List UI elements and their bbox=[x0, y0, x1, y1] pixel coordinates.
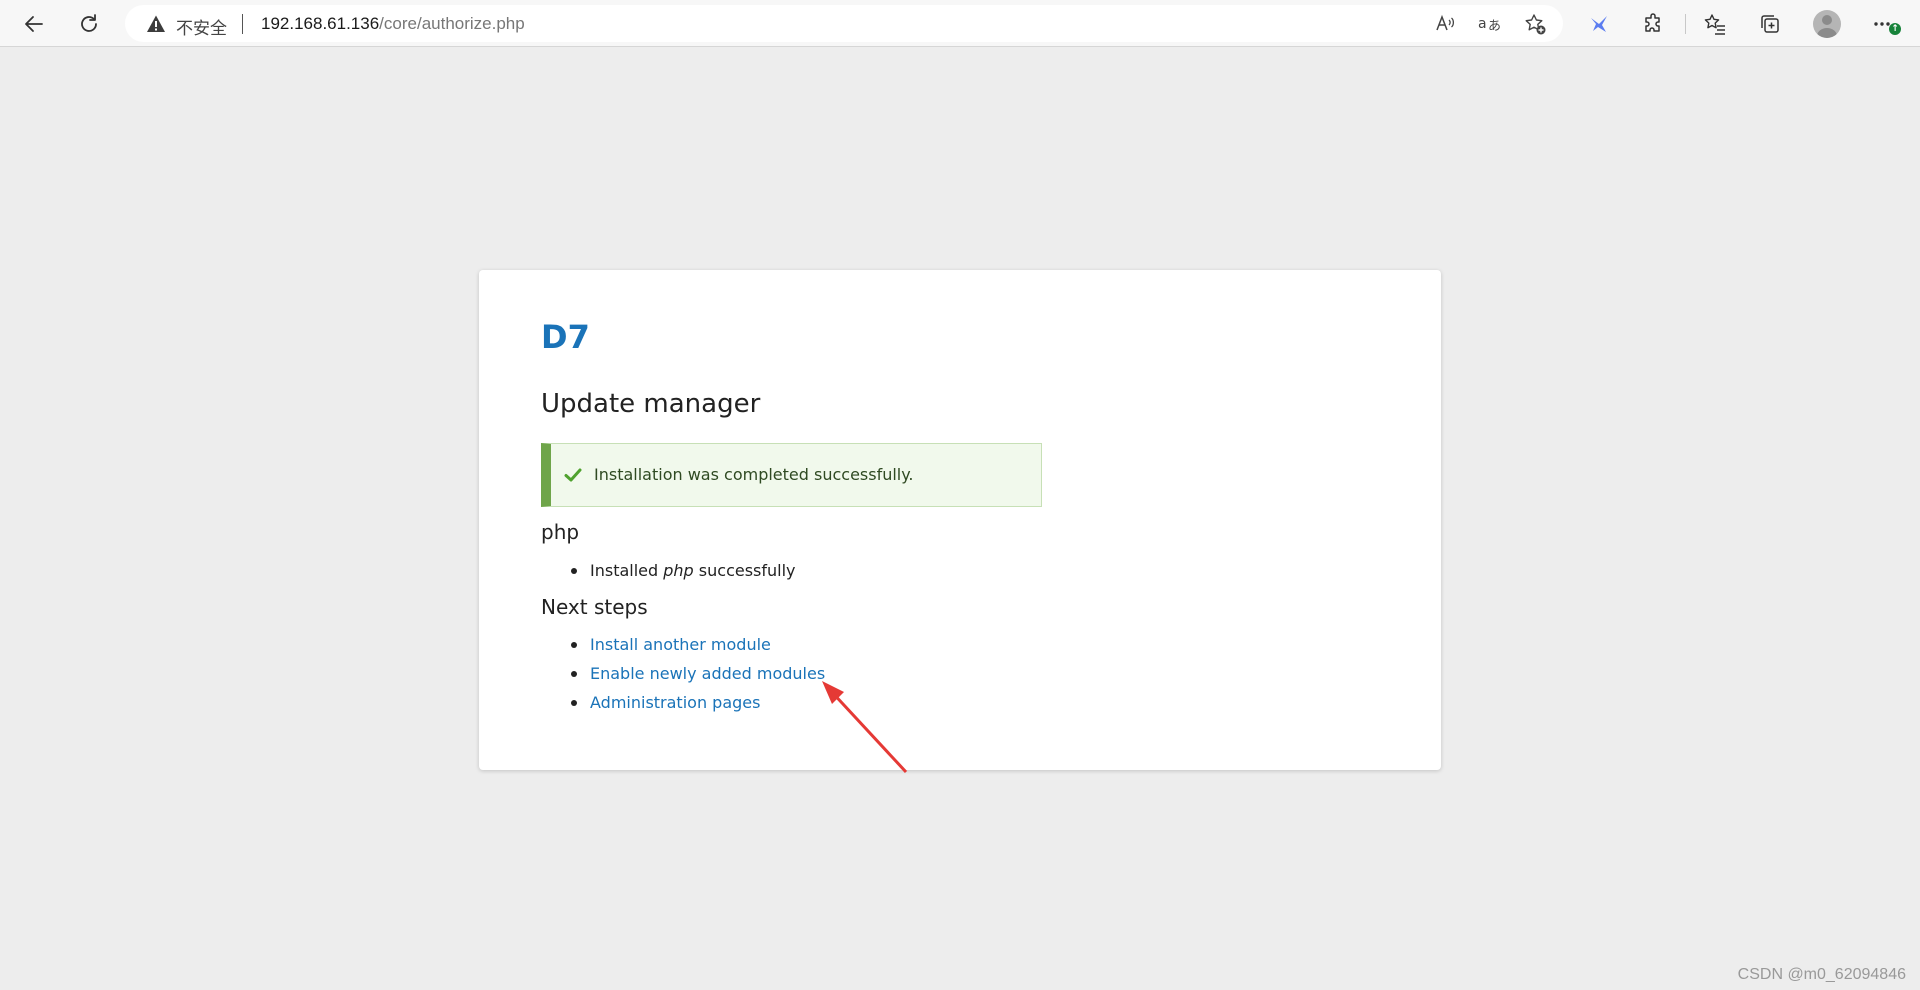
next-steps-heading: Next steps bbox=[541, 595, 648, 619]
status-text: Installation was completed successfully. bbox=[594, 465, 914, 484]
status-message: Installation was completed successfully. bbox=[541, 443, 1042, 507]
content-card: D7 Update manager Installation was compl… bbox=[479, 270, 1441, 770]
page-title: Update manager bbox=[541, 389, 761, 419]
list-item: Installed php successfully bbox=[541, 556, 796, 585]
url-text[interactable]: 192.168.61.136/core/authorize.php bbox=[261, 14, 525, 34]
list-item: Install another module bbox=[541, 630, 825, 659]
extensions-button[interactable] bbox=[1636, 6, 1672, 42]
installed-list: Installed php successfully bbox=[541, 556, 796, 585]
star-add-icon bbox=[1525, 14, 1546, 35]
project-heading: php bbox=[541, 520, 580, 544]
installed-project-name: php bbox=[663, 561, 694, 580]
next-steps-list: Install another module Enable newly adde… bbox=[541, 630, 825, 717]
security-label[interactable]: 不安全 bbox=[176, 14, 227, 39]
add-favorite-button[interactable] bbox=[1523, 12, 1547, 36]
warning-icon[interactable] bbox=[146, 14, 166, 34]
favorites-list-icon bbox=[1704, 14, 1725, 35]
url-path: /core/authorize.php bbox=[379, 14, 525, 33]
translate-button[interactable]: a あ bbox=[1478, 12, 1502, 36]
watermark: CSDN @m0_62094846 bbox=[1737, 966, 1906, 983]
favorites-button[interactable] bbox=[1697, 6, 1733, 42]
address-divider bbox=[242, 14, 243, 34]
installed-suffix: successfully bbox=[693, 561, 796, 580]
installed-prefix: Installed bbox=[590, 561, 664, 580]
administration-pages-link[interactable]: Administration pages bbox=[590, 693, 760, 712]
list-item: Administration pages bbox=[541, 688, 825, 717]
enable-modules-link[interactable]: Enable newly added modules bbox=[590, 664, 825, 683]
svg-text:a: a bbox=[1478, 16, 1487, 32]
update-available-icon: ↑ bbox=[1889, 23, 1901, 35]
site-name: D7 bbox=[541, 318, 590, 356]
collections-icon bbox=[1761, 15, 1779, 33]
address-bar[interactable]: 不安全 192.168.61.136/core/authorize.php a … bbox=[125, 5, 1563, 42]
toolbar-divider bbox=[1685, 14, 1686, 34]
read-aloud-icon bbox=[1436, 14, 1455, 31]
bird-extension-icon bbox=[1591, 16, 1607, 32]
puzzle-icon bbox=[1645, 13, 1660, 32]
back-button[interactable] bbox=[16, 6, 52, 42]
translate-icon: a あ bbox=[1478, 16, 1501, 34]
list-item: Enable newly added modules bbox=[541, 659, 825, 688]
read-aloud-button[interactable] bbox=[1433, 12, 1457, 36]
svg-text:あ: あ bbox=[1488, 19, 1501, 34]
reload-icon bbox=[81, 14, 97, 32]
checkmark-icon bbox=[564, 468, 582, 482]
browser-toolbar: 不安全 192.168.61.136/core/authorize.php a … bbox=[0, 0, 1920, 47]
extension-bird-button[interactable] bbox=[1581, 6, 1617, 42]
collections-button[interactable] bbox=[1752, 6, 1788, 42]
back-arrow-icon bbox=[25, 16, 43, 32]
profile-avatar[interactable] bbox=[1813, 10, 1841, 38]
install-another-module-link[interactable]: Install another module bbox=[590, 635, 771, 654]
url-host: 192.168.61.136 bbox=[261, 14, 380, 33]
reload-button[interactable] bbox=[71, 6, 107, 42]
